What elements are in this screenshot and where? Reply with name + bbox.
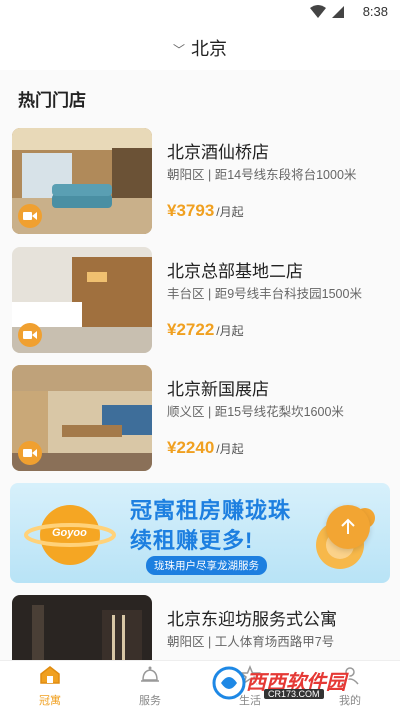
tab-home[interactable]: 冠寓 [20,665,80,708]
store-price: ¥3793/月起 [167,201,244,221]
video-icon [18,323,42,347]
store-photo [12,247,152,353]
store-card[interactable]: 北京新国展店 顺义区 | 距15号线花梨坎1600米 ¥2240/月起 [12,365,388,471]
chevron-down-icon: ﹀ [172,42,185,57]
store-card[interactable]: 北京东迎坊服务式公寓 朝阳区 | 工人体育场西路甲7号 [12,595,388,660]
watermark-url: CR173.COM [264,689,324,699]
section-title: 热门门店 [18,91,86,110]
status-time: 8:38 [362,4,388,19]
store-price: ¥2240/月起 [167,438,244,458]
status-bar: 8:38 [0,0,400,26]
banner-title-line2: 续租赚更多! [130,528,254,553]
city-selector[interactable]: ﹀ 北京 [0,26,400,70]
price-amount: ¥2722 [167,320,215,339]
store-photo [12,595,152,660]
store-card[interactable]: 北京总部基地二店 丰台区 | 距9号线丰台科技园1500米 ¥2722/月起 [12,247,388,353]
status-icons [310,5,346,19]
store-address: 朝阳区 | 距14号线东段将台1000米 [167,168,357,182]
store-photo [12,365,152,471]
store-address: 朝阳区 | 工人体育场西路甲7号 [167,635,335,649]
store-name: 北京东迎坊服务式公寓 [167,610,337,629]
store-name: 北京酒仙桥店 [167,143,269,162]
banner-subtitle: 珑珠用户尽享龙湖服务 [146,556,267,575]
price-unit: /月起 [216,324,244,338]
wifi-icon [310,5,326,18]
tab-label: 服务 [139,695,161,707]
store-address: 顺义区 | 距15号线花梨坎1600米 [167,405,344,419]
price-amount: ¥3793 [167,201,215,220]
site-watermark: 西西软件园 CR173.COM [206,664,386,704]
price-unit: /月起 [216,442,244,456]
store-photo [12,128,152,234]
tab-service[interactable]: 服务 [120,665,180,708]
banner-logo: Goyoo [52,527,87,539]
city-label: 北京 [191,39,227,59]
video-icon [18,204,42,228]
store-name: 北京总部基地二店 [167,262,303,281]
price-unit: /月起 [216,205,244,219]
home-icon [40,666,60,684]
tab-label: 冠寓 [39,695,61,707]
bell-icon [141,666,159,682]
battery-icon [332,6,344,18]
store-name: 北京新国展店 [167,380,269,399]
price-amount: ¥2240 [167,438,215,457]
store-card[interactable]: 北京酒仙桥店 朝阳区 | 距14号线东段将台1000米 ¥3793/月起 [12,128,388,234]
store-address: 丰台区 | 距9号线丰台科技园1500米 [167,287,362,301]
arrow-up-icon [341,518,355,534]
scroll-to-top-button[interactable] [326,505,370,549]
video-icon [18,441,42,465]
store-price: ¥2722/月起 [167,320,244,340]
banner-title-line1: 冠寓租房赚珑珠 [130,498,292,523]
